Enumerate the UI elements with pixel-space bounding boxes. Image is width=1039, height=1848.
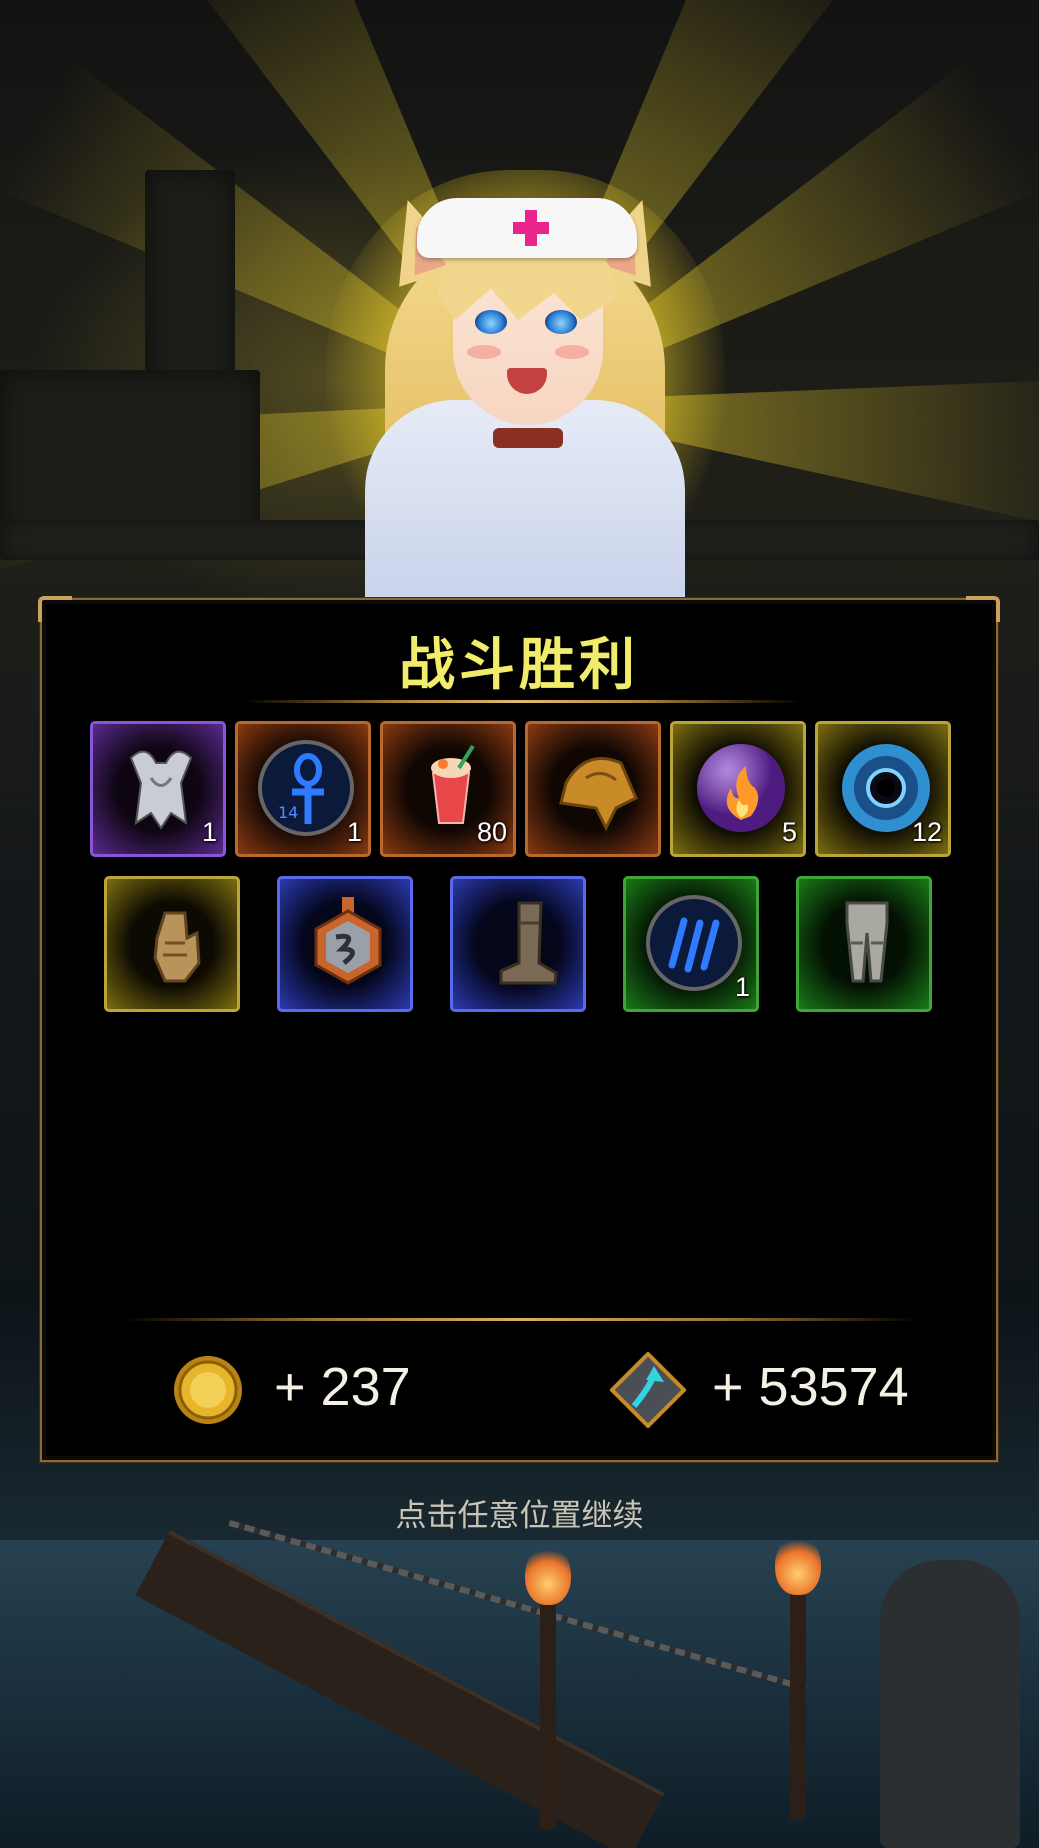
gold-coin-icon: [172, 1354, 244, 1426]
leg-armor-icon: [845, 901, 889, 983]
boot-icon: [499, 901, 558, 985]
loot-slot[interactable]: 1: [623, 876, 759, 1012]
frame-corner-right: [966, 596, 1000, 622]
nurse-cat-girl-portrait: [325, 170, 725, 610]
loot-slot[interactable]: 5: [670, 721, 806, 857]
loot-slot[interactable]: 80: [380, 721, 516, 857]
claw-rune-icon: [646, 895, 742, 991]
loot-slot[interactable]: [277, 876, 413, 1012]
loot-slot[interactable]: [450, 876, 586, 1012]
amulet-icon: [314, 897, 382, 985]
winged-armor-icon: [129, 750, 193, 830]
frame-corner-left: [38, 596, 72, 622]
item-count: 12: [911, 817, 942, 847]
fire-orb-icon: [697, 744, 785, 832]
torch-flame-left: [525, 1545, 571, 1605]
rune-label: 14: [278, 803, 298, 822]
loot-slot[interactable]: [796, 876, 932, 1012]
victory-title: 战斗胜利: [399, 633, 639, 698]
item-count: 1: [346, 817, 362, 847]
title-divider: [242, 700, 800, 703]
torch-flame-right: [775, 1535, 821, 1595]
continue-hint[interactable]: 点击任意位置继续: [0, 1490, 1039, 1535]
stone-statue: [880, 1560, 1020, 1848]
item-count: 80: [476, 817, 507, 847]
torch-left: [540, 1600, 556, 1830]
item-count: 5: [781, 817, 797, 847]
gold-reward-value: + 237: [274, 1357, 411, 1417]
hood-cloak-icon: [559, 757, 638, 832]
gauntlet-icon: [153, 911, 201, 983]
torch-right: [790, 1590, 806, 1820]
loot-slot[interactable]: 12: [815, 721, 951, 857]
item-count: 1: [734, 972, 750, 1002]
loot-slot[interactable]: [104, 876, 240, 1012]
victory-panel: 战斗胜利 1 14 1 80 5 12 1 + 237 + 53574: [38, 596, 1000, 1462]
item-count: 1: [201, 817, 217, 847]
loot-slot[interactable]: 1: [90, 721, 226, 857]
rewards-divider: [122, 1318, 920, 1321]
nurse-cross-icon: [513, 210, 549, 246]
loot-slot[interactable]: [525, 721, 661, 857]
loot-slot[interactable]: 14 1: [235, 721, 371, 857]
exp-crystal-icon: [609, 1351, 687, 1429]
exp-reward-value: + 53574: [712, 1357, 909, 1417]
ankh-rune-icon: 14: [258, 740, 354, 836]
